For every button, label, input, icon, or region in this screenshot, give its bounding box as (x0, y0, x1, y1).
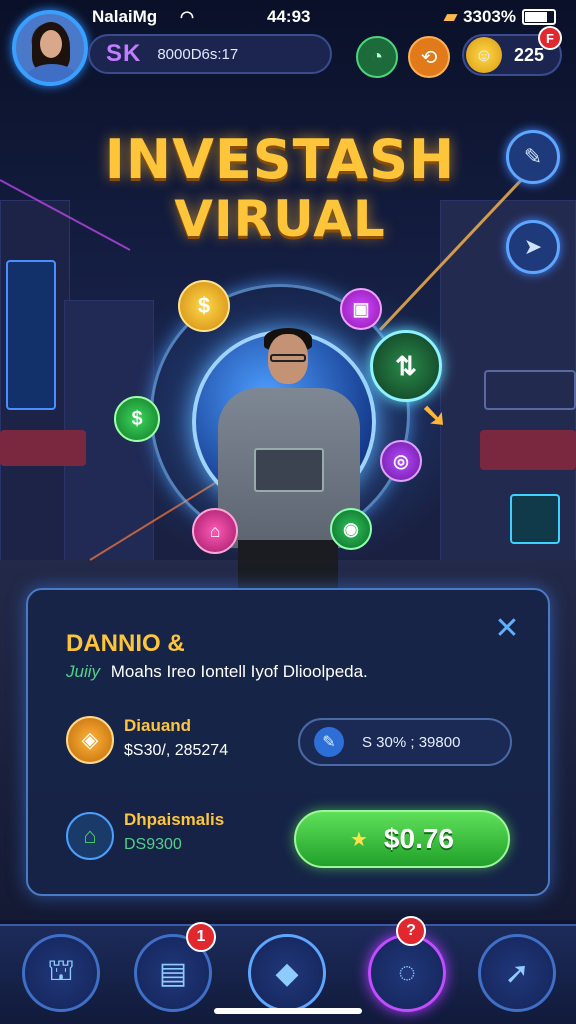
feather-input-icon: ✎ (314, 727, 344, 757)
home-indicator[interactable] (214, 1008, 362, 1014)
character-legs (238, 540, 338, 590)
arrow-icon[interactable]: ➤ (506, 220, 560, 274)
invest-button-amount: $0.76 (383, 823, 454, 854)
player-info-pill[interactable]: SK 8000D6s:17 (88, 34, 332, 74)
wifi-icon: ◠ (180, 9, 194, 26)
level-badge: SK (106, 40, 142, 67)
investment-input[interactable]: ✎ S 30% ; 39800 (298, 718, 512, 766)
info-panel: DANNIO & ✕ Juiiy Moahs Ireo Iontell Iyof… (26, 588, 550, 896)
battery-icon (522, 9, 556, 25)
wallet-notification-badge: 1 (186, 922, 216, 952)
diamond-coin-icon: ◈ (66, 716, 114, 764)
player-id: 8000D6s:17 (157, 45, 239, 63)
feather-icon[interactable]: ✎ (506, 130, 560, 184)
pink-building-orb-icon[interactable]: ⌂ (192, 508, 238, 554)
description-highlight: Juiiy (66, 662, 101, 681)
currency-notification-badge: F (538, 26, 562, 50)
green-dollar-orb-icon[interactable]: $ (114, 396, 160, 442)
game-title-line2: VIRUAL (174, 190, 386, 248)
pointer-arrow-icon: ➘ (420, 397, 448, 433)
row2-value: DS9300 (124, 836, 182, 853)
row1-label: Diauand (124, 716, 192, 735)
growth-arrow-icon[interactable]: ➚ (478, 934, 556, 1012)
purple-box-orb-icon[interactable]: ▣ (340, 288, 382, 330)
bank-icon[interactable]: ⛫ (22, 934, 100, 1012)
green-chart-icon[interactable]: ◔ (356, 36, 398, 78)
trade-arrows-orb-icon[interactable]: ⇅ (370, 330, 442, 402)
purple-chart-orb-icon[interactable]: ◎ (380, 440, 422, 482)
investment-input-text: S 30% ; 39800 (362, 733, 461, 751)
status-bar: NalaiMg ◠ 44:93 ▰ 3303% (92, 6, 556, 28)
star-icon: ★ (349, 828, 368, 851)
row1-value: $S30/, 285274 (124, 742, 229, 759)
description-text: Moahs Ireo Iontell Iyof Dlioolpeda. (110, 662, 368, 681)
carrier-label: NalaiMg (92, 7, 158, 26)
clock: 44:93 (267, 7, 311, 26)
charging-icon: ▰ (443, 7, 458, 26)
panel-title: DANNIO & (66, 630, 185, 657)
close-icon[interactable]: ✕ (490, 612, 524, 646)
panel-description: Juiiy Moahs Ireo Iontell Iyof Dlioolpeda… (66, 662, 368, 682)
house-growth-icon: ⌂ (66, 812, 114, 860)
dollar-coin-orb-icon[interactable]: $ (178, 280, 230, 332)
target-notification-badge: ? (396, 916, 426, 946)
player-avatar[interactable] (12, 10, 88, 86)
character-laptop (254, 448, 324, 492)
battery-percent: 3303% (463, 7, 516, 26)
home-crystal-icon[interactable]: ◆ (248, 934, 326, 1012)
character-glasses (270, 354, 306, 362)
gold-coin-icon: ☺ (466, 37, 502, 73)
row2-label: Dhpaismalis (124, 810, 225, 829)
game-title-line1: INVESTASH (104, 128, 456, 191)
green-target-orb-icon[interactable]: ◉ (330, 508, 372, 550)
currency-value: 225 (514, 44, 545, 65)
orange-swap-icon[interactable]: ⟲ (408, 36, 450, 78)
invest-button[interactable]: ★ $0.76 (294, 810, 510, 868)
battery-status: ▰ 3303% (444, 7, 556, 27)
